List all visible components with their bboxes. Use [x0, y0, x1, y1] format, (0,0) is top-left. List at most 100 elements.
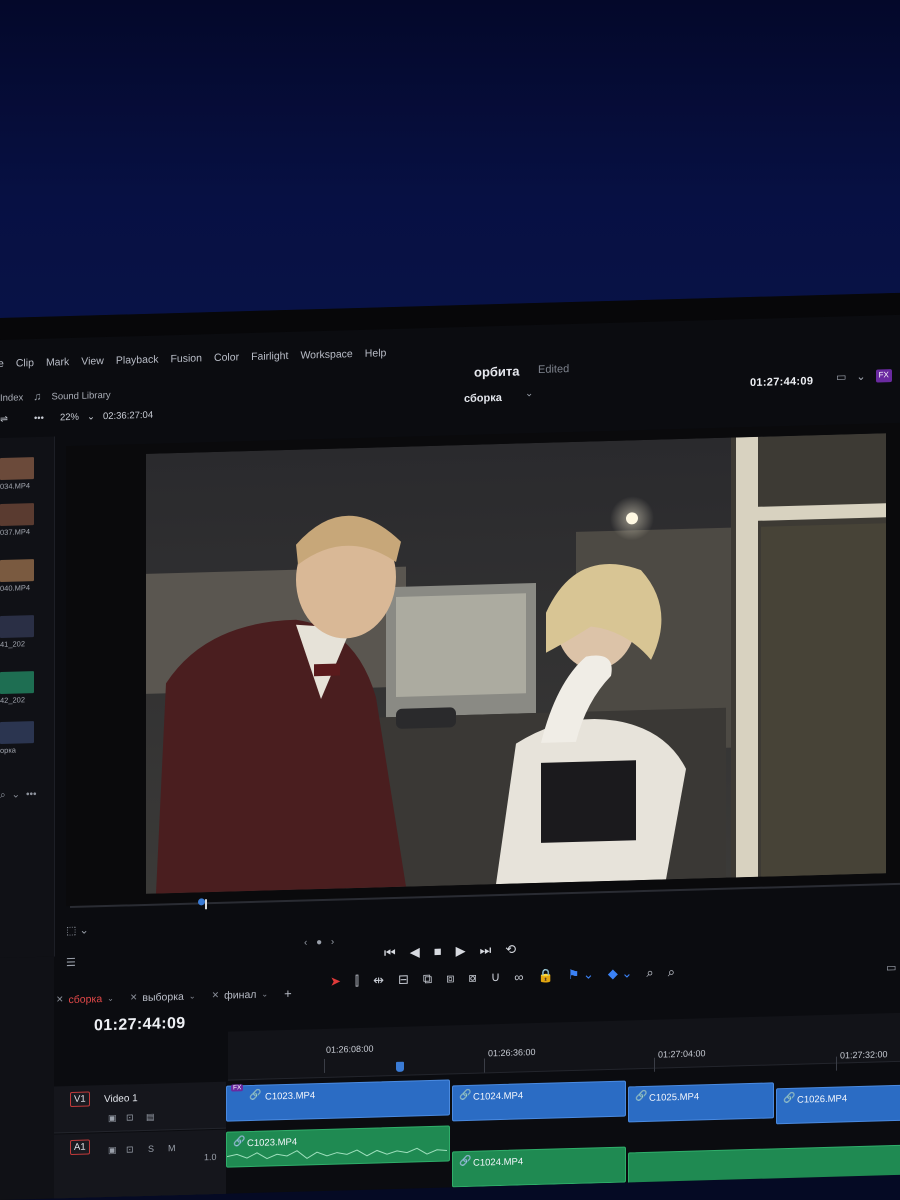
timeline-marker[interactable]	[396, 1061, 404, 1072]
video-clip[interactable]: FX 🔗 C1023.MP4	[226, 1079, 450, 1122]
menu-item-help[interactable]: Help	[365, 347, 387, 360]
replace-clip-icon[interactable]: ⧇	[468, 970, 476, 986]
chevron-down-icon[interactable]: ⌄	[261, 990, 268, 999]
menu-item-workspace[interactable]: Workspace	[300, 348, 352, 361]
menu-bar: e Clip Mark View Playback Fusion Color F…	[0, 347, 386, 370]
solo-button[interactable]: S	[148, 1144, 154, 1154]
video-clip[interactable]: 🔗 C1025.MP4	[628, 1082, 774, 1123]
viewer-layout-icon[interactable]: ▭	[836, 370, 846, 383]
audio-clip[interactable]: 🔗 C1024.MP4	[452, 1146, 626, 1188]
loop-icon[interactable]: ⟲	[505, 942, 516, 958]
timeline-options-icon[interactable]: ▭	[886, 961, 896, 974]
blade-tool-icon[interactable]: ⊟	[398, 972, 409, 988]
crop-tool-icon[interactable]: ⬚ ⌄	[66, 924, 89, 938]
tab-vyborka[interactable]: ✕ выборка ⌄	[130, 989, 196, 1006]
lock-track-icon[interactable]: ▣	[108, 1113, 117, 1124]
more-options-icon[interactable]: •••	[34, 413, 44, 424]
tab-final[interactable]: ✕ финал ⌄	[212, 987, 269, 1004]
chevron-down-icon[interactable]: ⌄	[856, 370, 865, 383]
dynamic-trim-icon[interactable]: ⇹	[373, 972, 384, 988]
trim-tool-icon[interactable]: ⫿	[355, 973, 359, 989]
sound-library-icon[interactable]: ♫	[33, 391, 41, 403]
media-thumbnail[interactable]	[0, 457, 34, 480]
transport-controls: ⏮ ◀ ■ ▶ ⏭ ⟲	[384, 942, 516, 962]
sound-library-button[interactable]: Sound Library	[52, 389, 111, 402]
ruler-tick	[836, 1056, 837, 1071]
search-icon[interactable]: ⌕	[0, 790, 6, 801]
viewer-toolbar: ⇌ ••• 22% ⌄ 02:36:27:04	[0, 410, 153, 425]
more-options-icon[interactable]: •••	[26, 789, 37, 800]
menu-item-mark[interactable]: Mark	[46, 356, 69, 369]
menu-item-playback[interactable]: Playback	[116, 354, 159, 367]
timeline-ruler[interactable]: 01:26:08:00 01:26:36:00 01:27:04:00 01:2…	[228, 1012, 900, 1081]
lock-track-icon[interactable]: ▣	[108, 1145, 117, 1156]
chevron-down-icon[interactable]: ⌄	[189, 992, 196, 1001]
menu-item-clip[interactable]: Clip	[16, 357, 34, 370]
auto-select-icon[interactable]: ⊡	[126, 1144, 134, 1155]
track-level: 1.0	[204, 1151, 217, 1163]
zoom-level[interactable]: 22%	[60, 412, 79, 424]
chevron-down-icon[interactable]: ⌄	[12, 789, 20, 800]
mute-button[interactable]: M	[168, 1143, 176, 1153]
menu-item-color[interactable]: Color	[214, 351, 239, 364]
selection-tool-icon[interactable]: ➤	[330, 973, 341, 989]
go-to-start-icon[interactable]: ⏮	[384, 945, 396, 961]
position-lock-icon[interactable]: 🔒	[538, 968, 554, 984]
flag-icon[interactable]: ⚑ ⌄	[568, 966, 594, 983]
audio-thumbnail[interactable]	[0, 671, 34, 694]
sort-icon[interactable]: ⇌	[0, 414, 8, 425]
ruler-label: 01:27:04:00	[658, 1048, 706, 1060]
menu-item-view[interactable]: View	[81, 355, 104, 368]
audio-clip[interactable]	[628, 1144, 900, 1189]
timeline-name[interactable]: сборка	[464, 392, 502, 405]
media-label: орка	[0, 745, 16, 755]
video-clip[interactable]: 🔗 C1024.MP4	[452, 1080, 626, 1122]
scrubber-playhead[interactable]	[198, 898, 205, 906]
track-badge[interactable]: V1	[70, 1091, 90, 1108]
linked-selection-icon[interactable]: ∞	[514, 969, 523, 984]
snapping-magnet-icon[interactable]: ∪	[491, 969, 501, 985]
media-thumbnail[interactable]	[0, 559, 34, 582]
zoom-detail-icon[interactable]: ⌕	[668, 964, 675, 980]
pool-search-bar: ⌕ ⌄ •••	[0, 788, 54, 801]
close-icon[interactable]: ✕	[130, 992, 138, 1003]
stop-icon[interactable]: ■	[434, 944, 442, 960]
track-name[interactable]: Video 1	[104, 1093, 138, 1105]
go-to-end-icon[interactable]: ⏭	[480, 942, 492, 958]
overwrite-clip-icon[interactable]: ⧈	[446, 970, 454, 986]
menu-item-fairlight[interactable]: Fairlight	[251, 350, 288, 363]
close-icon[interactable]: ✕	[56, 994, 64, 1005]
marker-icon[interactable]: ◆ ⌄	[608, 965, 633, 982]
chevron-down-icon[interactable]: ⌄	[87, 411, 95, 422]
track-video-icon[interactable]: ▤	[146, 1112, 155, 1123]
timeline-thumbnail[interactable]	[0, 721, 34, 744]
add-tab-icon[interactable]: +	[284, 986, 292, 1001]
track-badge[interactable]: A1	[70, 1139, 90, 1156]
menu-item-edit[interactable]: e	[0, 358, 4, 370]
media-thumbnail[interactable]	[0, 503, 34, 526]
audio-thumbnail[interactable]	[0, 615, 34, 638]
clip-name: C1024.MP4	[473, 1090, 524, 1103]
chevron-down-icon[interactable]: ⌄	[107, 994, 114, 1003]
clip-name: C1023.MP4	[265, 1090, 316, 1103]
insert-clip-icon[interactable]: ⧉	[423, 971, 432, 987]
fx-badge-icon[interactable]: FX	[875, 369, 892, 383]
menu-item-fusion[interactable]: Fusion	[170, 352, 202, 365]
overlay-tool-icon[interactable]: ☰	[66, 956, 76, 969]
zoom-full-icon[interactable]: ⌕	[646, 965, 653, 981]
play-icon[interactable]: ▶	[456, 943, 466, 959]
clip-name: C1024.MP4	[473, 1156, 524, 1169]
jog-wheel-icon[interactable]: ‹ ● ›	[304, 937, 337, 949]
video-clip[interactable]: 🔗 C1026.MP4	[776, 1084, 900, 1125]
index-button[interactable]: Index	[0, 392, 23, 404]
audio-clip[interactable]: 🔗 C1023.MP4	[226, 1125, 450, 1168]
timeline-chevron-icon[interactable]: ⌄	[525, 388, 533, 399]
play-reverse-icon[interactable]: ◀	[410, 944, 420, 960]
close-icon[interactable]: ✕	[212, 990, 220, 1001]
program-viewer[interactable]	[66, 422, 900, 907]
ruler-tick	[484, 1058, 485, 1073]
tab-sborka[interactable]: ✕ сборка ⌄	[56, 991, 114, 1008]
clip-name: C1026.MP4	[797, 1093, 848, 1106]
auto-select-icon[interactable]: ⊡	[126, 1112, 134, 1123]
tab-label: выборка	[142, 990, 184, 1004]
